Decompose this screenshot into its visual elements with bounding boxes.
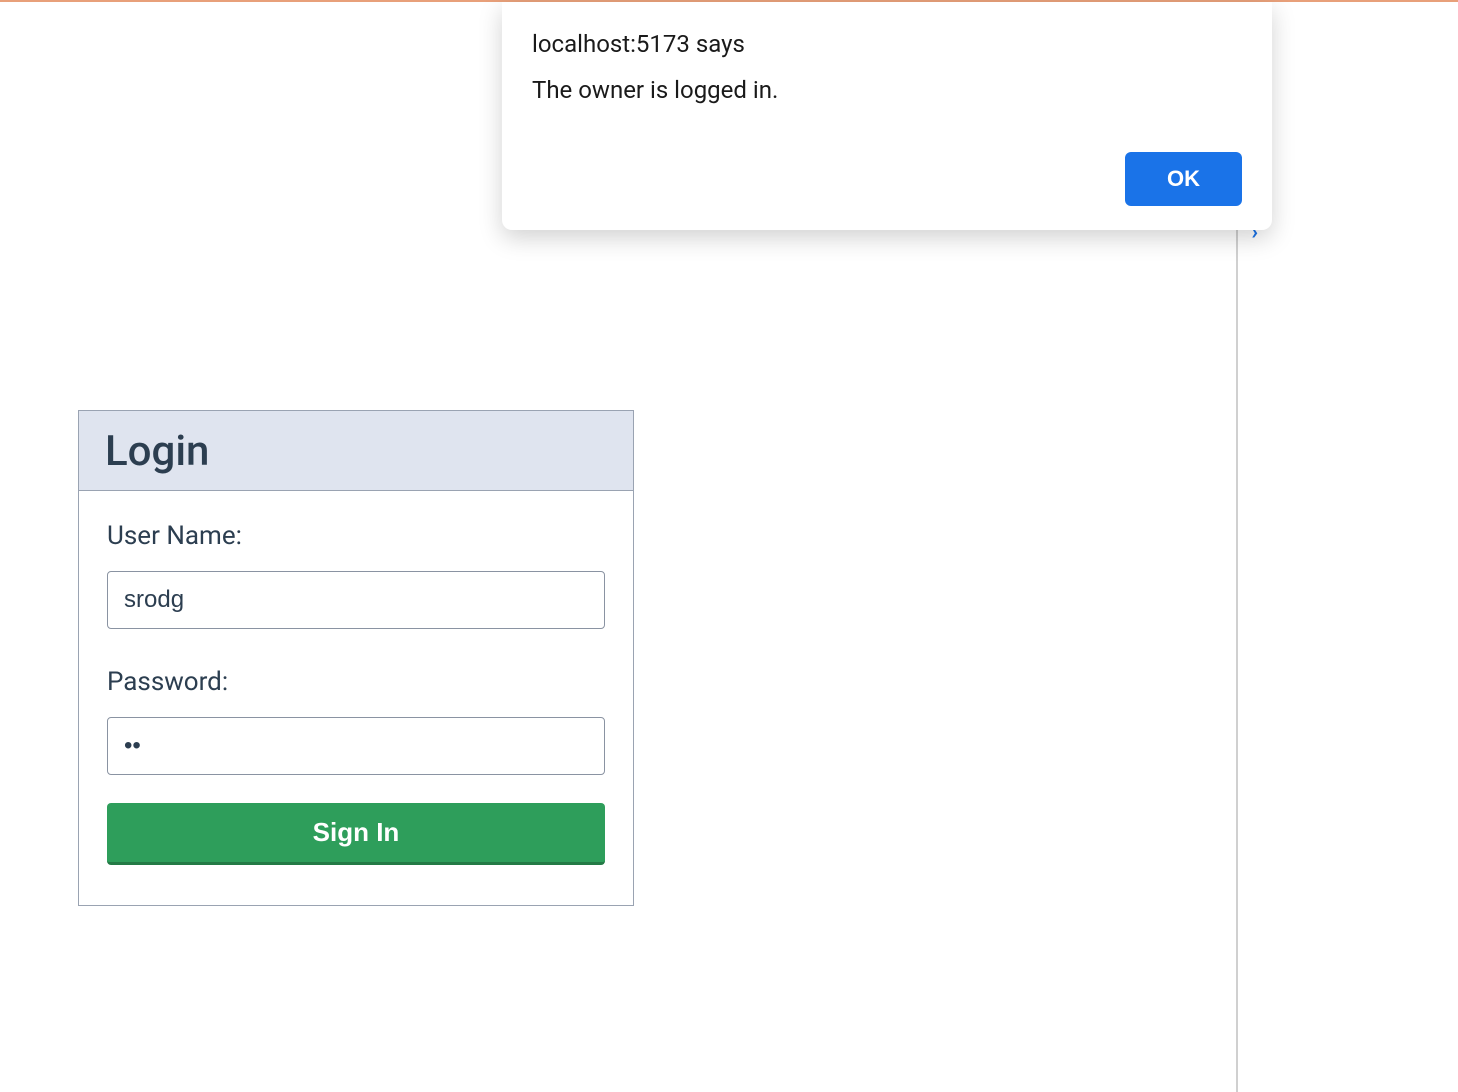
alert-dialog: localhost:5173 says The owner is logged … [502,2,1272,230]
login-title: Login [105,427,607,476]
alert-actions: OK [532,152,1242,206]
password-label: Password: [107,667,605,697]
login-card: Login User Name: Password: Sign In [78,410,634,906]
username-input[interactable] [107,571,605,629]
alert-message: The owner is logged in. [532,76,1242,104]
password-input[interactable] [107,717,605,775]
alert-origin: localhost:5173 says [532,30,1242,58]
login-form-body: User Name: Password: Sign In [79,491,633,905]
signin-button[interactable]: Sign In [107,803,605,865]
ok-button[interactable]: OK [1125,152,1242,206]
username-label: User Name: [107,521,605,551]
login-header: Login [79,411,633,491]
